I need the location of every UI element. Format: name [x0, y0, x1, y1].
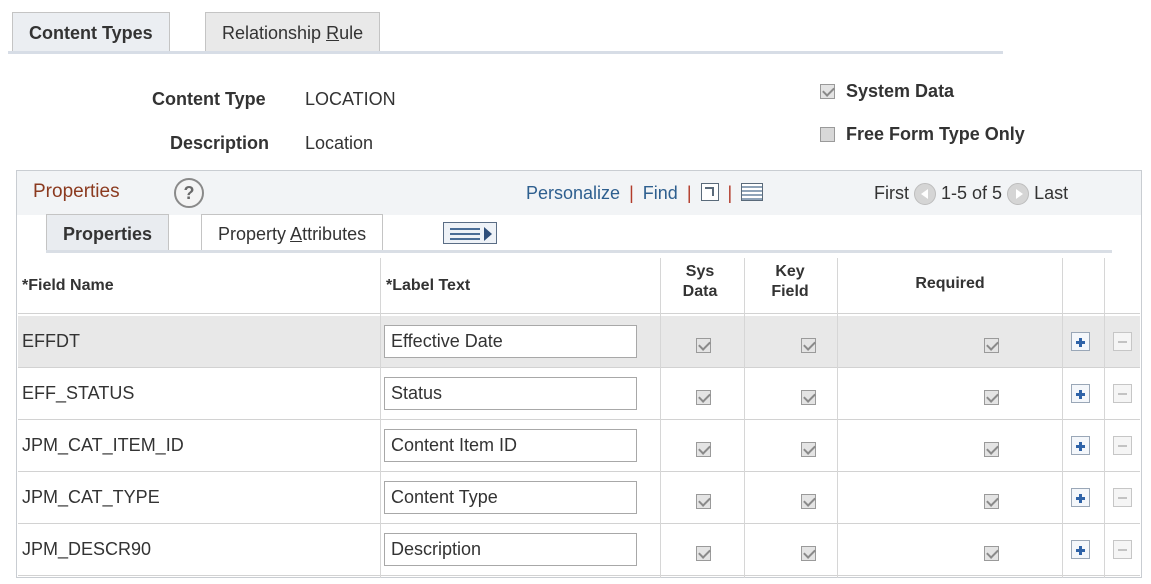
- delete-row-button[interactable]: [1113, 384, 1132, 403]
- nav-separator: |: [629, 183, 634, 203]
- grid-title: Properties: [33, 181, 120, 202]
- subtab-property-attributes[interactable]: Property Attributes: [201, 214, 384, 252]
- description-value: Location: [305, 133, 374, 153]
- sys-data-checkbox[interactable]: [696, 337, 711, 353]
- key-field-checkbox[interactable]: [801, 389, 817, 405]
- add-row-button[interactable]: [1071, 540, 1090, 559]
- subtab-properties-label: Properties: [63, 224, 153, 244]
- free-form-label: Free Form Type Only: [846, 123, 1025, 144]
- field-name: JPM_DESCR90: [22, 539, 152, 559]
- tab-relationship-rule[interactable]: Relationship Rule: [205, 12, 381, 52]
- col-sys-data-line1: Sys: [685, 263, 715, 280]
- field-name: EFF_STATUS: [22, 383, 135, 403]
- key-field-checkbox[interactable]: [801, 493, 817, 509]
- next-icon[interactable]: [1007, 183, 1030, 206]
- last-label[interactable]: Last: [1034, 183, 1068, 203]
- col-field-name: *Field Name: [22, 277, 114, 294]
- free-form-checkbox-row: Free Form Type Only: [820, 123, 1025, 145]
- field-name: JPM_CAT_ITEM_ID: [22, 435, 184, 455]
- key-field-checkbox[interactable]: [801, 337, 817, 353]
- column-divider: [380, 258, 381, 578]
- label-text-input[interactable]: Effective Date: [384, 325, 637, 358]
- content-type-label: Content Type: [152, 89, 266, 109]
- required-checkbox[interactable]: [984, 545, 1000, 561]
- col-sys-data-line2: Data: [682, 283, 718, 300]
- delete-row-button[interactable]: [1113, 540, 1132, 559]
- system-data-label: System Data: [846, 80, 955, 101]
- label-text-input[interactable]: Content Type: [384, 481, 637, 514]
- col-sys-data: Sys Data: [668, 262, 732, 302]
- tab-underline: [8, 51, 1003, 54]
- system-data-checkbox[interactable]: [820, 83, 835, 99]
- add-row-button[interactable]: [1071, 384, 1090, 403]
- table-row: EFF_STATUS Status: [18, 368, 1140, 420]
- nav-separator: |: [686, 183, 692, 203]
- add-row-button[interactable]: [1071, 436, 1090, 455]
- tab-content-types[interactable]: Content Types: [12, 12, 170, 52]
- grid-pager: First 1-5 of 5 Last: [874, 183, 1068, 206]
- column-divider: [1104, 258, 1105, 578]
- subtab-attr-b: A: [290, 224, 303, 244]
- view-all-icon[interactable]: [700, 183, 719, 201]
- label-text-input[interactable]: Content Item ID: [384, 429, 637, 462]
- tab-content-types-label: Content Types: [29, 23, 153, 43]
- sys-data-checkbox[interactable]: [696, 545, 711, 561]
- table-row: JPM_DESCR90 Description: [18, 524, 1140, 576]
- nav-separator: |: [727, 183, 733, 203]
- column-divider: [1062, 258, 1063, 578]
- field-name: EFFDT: [22, 331, 80, 351]
- personalize-link[interactable]: Personalize: [526, 183, 620, 203]
- content-type-value: LOCATION: [305, 89, 396, 109]
- subtab-attr-c: ttributes: [302, 224, 367, 244]
- table-row: EFFDT Effective Date: [18, 316, 1140, 368]
- subtab-attr-a: Property: [218, 224, 291, 244]
- grid-nav: Personalize | Find | |: [526, 183, 764, 204]
- first-label[interactable]: First: [874, 183, 909, 203]
- delete-row-button[interactable]: [1113, 488, 1132, 507]
- table-row: JPM_CAT_TYPE Content Type: [18, 472, 1140, 524]
- add-row-button[interactable]: [1071, 488, 1090, 507]
- sys-data-checkbox[interactable]: [696, 493, 711, 509]
- col-label-text: *Label Text: [386, 277, 471, 294]
- required-checkbox[interactable]: [984, 493, 1000, 509]
- tab-relationship-rule-label-c: ule: [339, 23, 364, 43]
- column-divider: [660, 258, 661, 578]
- help-icon[interactable]: ?: [174, 178, 204, 208]
- free-form-checkbox[interactable]: [820, 126, 835, 142]
- tab-relationship-rule-label-b: R: [326, 23, 340, 43]
- delete-row-button[interactable]: [1113, 436, 1132, 455]
- add-row-button[interactable]: [1071, 332, 1090, 351]
- download-grid-icon[interactable]: [741, 183, 764, 201]
- key-field-checkbox[interactable]: [801, 545, 817, 561]
- system-data-checkbox-row: System Data: [820, 80, 954, 102]
- delete-row-button[interactable]: [1113, 332, 1132, 351]
- col-key-field-line1: Key: [775, 263, 805, 280]
- previous-icon[interactable]: [914, 183, 937, 206]
- required-checkbox[interactable]: [984, 337, 1000, 353]
- required-checkbox[interactable]: [984, 389, 1000, 405]
- col-key-field: Key Field: [752, 262, 828, 302]
- subtab-underline: [46, 250, 1112, 253]
- tab-relationship-rule-label-a: Relationship: [222, 23, 327, 43]
- show-all-columns-icon[interactable]: [443, 222, 497, 244]
- label-text-input[interactable]: Status: [384, 377, 637, 410]
- sys-data-checkbox[interactable]: [696, 389, 711, 405]
- table-row: JPM_CAT_ITEM_ID Content Item ID: [18, 420, 1140, 472]
- key-field-checkbox[interactable]: [801, 441, 817, 457]
- column-divider: [837, 258, 838, 578]
- field-name: JPM_CAT_TYPE: [22, 487, 160, 507]
- find-link[interactable]: Find: [643, 183, 678, 203]
- label-text-input[interactable]: Description: [384, 533, 637, 566]
- subtab-properties[interactable]: Properties: [46, 214, 170, 252]
- sys-data-checkbox[interactable]: [696, 441, 711, 457]
- page-range: 1-5 of 5: [941, 183, 1003, 203]
- required-checkbox[interactable]: [984, 441, 1000, 457]
- col-key-field-line2: Field: [771, 283, 809, 300]
- col-required: Required: [915, 275, 985, 292]
- column-divider: [744, 258, 745, 578]
- description-label: Description: [170, 133, 270, 153]
